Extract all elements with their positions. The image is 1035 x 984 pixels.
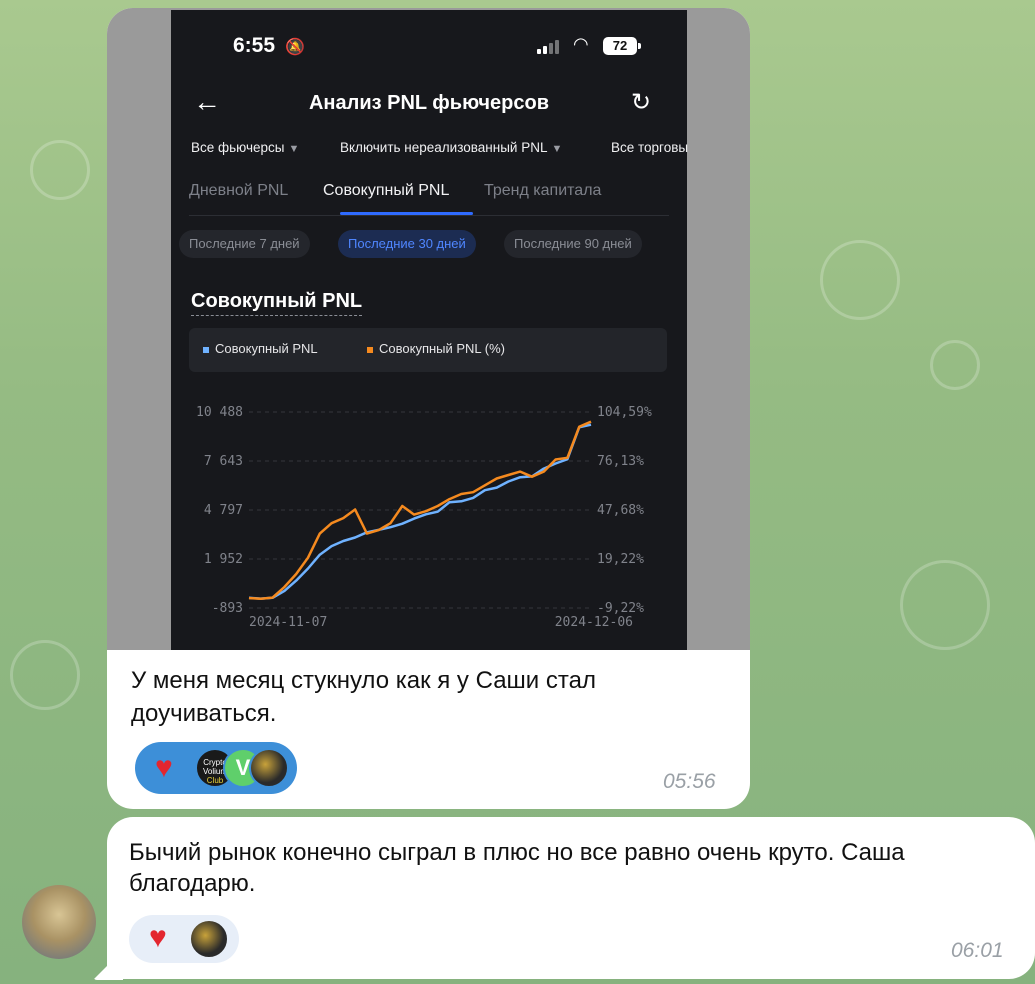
page-title: Анализ PNL фьючерсов [308, 92, 550, 114]
wifi-icon: ◠ [573, 34, 589, 54]
chart-legend: Совокупный PNL Совокупный PNL (%) [189, 328, 667, 372]
sender-avatar[interactable] [22, 885, 96, 959]
x-tick-label: 2024-11-07 [249, 615, 327, 630]
y-left-tick-label: 1 952 [204, 552, 243, 567]
phone-screenshot: 6:55 🔕 ◠ 72 ← Анализ PNL фьючерсов ↻ Все… [171, 10, 689, 650]
message-text: Бычий рынок конечно сыграл в плюс но все… [129, 839, 905, 897]
y-right-tick-label: 76,13% [597, 454, 644, 469]
chip-7-days: Последние 7 дней [179, 230, 310, 258]
y-left-tick-label: 10 488 [196, 405, 243, 420]
reactions-bar[interactable]: ♥ [129, 915, 239, 963]
y-left-tick-label: 7 643 [204, 454, 243, 469]
reactor-avatar [249, 748, 289, 788]
pnl-line-chart: 10 488 104,59% 7 643 76,13% 4 797 47,68% 1 952… [196, 405, 652, 630]
caret-down-icon: ▼ [551, 143, 563, 155]
reactor-avatar [189, 919, 229, 959]
battery-icon: 72 [603, 37, 641, 55]
message-bubble-incoming[interactable]: 6:55 🔕 ◠ 72 ← Анализ PNL фьючерсов ↻ Все… [107, 8, 750, 809]
tab-daily-pnl: Дневной PNL [189, 182, 289, 199]
legend-item-pnl-percent: Совокупный PNL (%) [367, 341, 505, 356]
chart-title: Совокупный PNL [191, 290, 363, 316]
reactions-bar[interactable]: ♥ Crypto Volium Club V [135, 742, 297, 794]
chip-30-days: Последние 30 дней [338, 230, 476, 258]
muted-bell-icon: 🔕 [285, 39, 305, 56]
heart-reaction-icon[interactable]: ♥ [155, 753, 173, 783]
signal-icon [537, 40, 563, 54]
background-doodle [10, 640, 80, 710]
tab-cumulative-pnl: Совокупный PNL [323, 182, 450, 199]
legend-item-pnl: Совокупный PNL [203, 341, 318, 356]
y-right-tick-label: 47,68% [597, 503, 644, 518]
y-right-tick-label: 104,59% [597, 405, 652, 420]
filter-futures: Все фьючерсы ▼ [191, 140, 300, 155]
tab-capital-trend: Тренд капитала [484, 182, 602, 199]
message-bubble-incoming[interactable]: Бычий рынок конечно сыграл в плюс но все… [107, 817, 1035, 979]
message-time: 05:56 [663, 770, 716, 793]
heart-reaction-icon[interactable]: ♥ [149, 923, 167, 953]
message-photo[interactable]: 6:55 🔕 ◠ 72 ← Анализ PNL фьючерсов ↻ Все… [107, 8, 750, 650]
y-right-tick-label: 19,22% [597, 552, 644, 567]
y-left-tick-label: -893 [212, 601, 243, 616]
y-right-tick-label: -9,22% [597, 601, 644, 616]
background-doodle [900, 560, 990, 650]
filter-unrealized: Включить нереализованный PNL ▼ [340, 140, 563, 155]
background-doodle [930, 340, 980, 390]
caret-down-icon: ▼ [288, 143, 300, 155]
status-time: 6:55 [233, 34, 276, 57]
share-icon: ↻ [631, 89, 652, 116]
y-left-tick-label: 4 797 [204, 503, 243, 518]
active-tab-indicator [340, 212, 473, 215]
message-text: У меня месяц стукнуло как я у Саши стал … [131, 667, 596, 727]
chip-90-days: Последние 90 дней [504, 230, 642, 258]
message-time: 06:01 [951, 939, 1004, 962]
tab-bar: Дневной PNL Совокупный PNL Тренд капитал… [189, 180, 669, 216]
filter-trades: Все торговы [611, 140, 689, 155]
background-doodle [30, 140, 90, 200]
background-doodle [820, 240, 900, 320]
x-tick-label: 2024-12-06 [555, 615, 633, 630]
